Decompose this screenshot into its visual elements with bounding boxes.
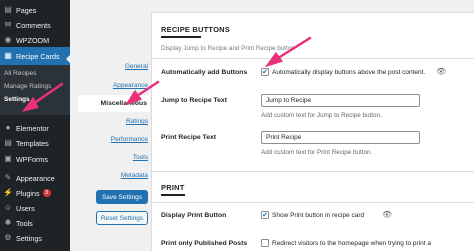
- settings-tab-nav: General Appearance Miscellaneous Ratings…: [78, 0, 150, 251]
- jump-to-recipe-label: Jump to Recipe Text: [161, 97, 227, 104]
- eye-icon[interactable]: 👁: [436, 68, 446, 76]
- update-count-badge: 3: [42, 189, 51, 197]
- pages-icon: ▤: [4, 5, 12, 14]
- reset-settings-button[interactable]: Reset Settings: [96, 211, 148, 225]
- print-published-only-label: Print only Published Posts: [161, 240, 248, 247]
- menu-label: Settings: [16, 233, 42, 243]
- section-underline: [161, 36, 201, 38]
- divider: [152, 171, 474, 172]
- menu-label: Plugins: [16, 188, 40, 198]
- appearance-icon: ✎: [4, 173, 12, 182]
- print-published-only-text: Redirect visitors to the homepage when t…: [272, 240, 431, 247]
- tab-miscellaneous[interactable]: Miscellaneous: [78, 95, 150, 112]
- menu-label: Users: [16, 203, 35, 213]
- tab-performance[interactable]: Performance: [111, 136, 148, 143]
- menu-label: Appearance: [16, 173, 55, 183]
- tab-appearance[interactable]: Appearance: [113, 82, 148, 89]
- divider: [152, 58, 474, 59]
- tab-general[interactable]: General: [125, 63, 148, 70]
- section-title-recipe-buttons: RECIPE BUTTONS: [161, 25, 230, 34]
- wpforms-icon: ▣: [4, 154, 12, 163]
- auto-add-buttons-text: Automatically display buttons above the …: [272, 69, 426, 76]
- menu-item-recipe-cards[interactable]: ▦ Recipe Cards: [0, 47, 70, 65]
- eye-icon[interactable]: 👁: [382, 211, 392, 219]
- print-recipe-input[interactable]: [261, 131, 420, 144]
- auto-add-buttons-label: Automatically add Buttons: [161, 69, 248, 76]
- menu-label: WPZOOM: [16, 35, 50, 45]
- jump-to-recipe-help: Add custom text for Jump to Recipe butto…: [261, 112, 382, 119]
- menu-label: Recipe Cards: [16, 51, 60, 61]
- submenu-all-recipes[interactable]: All Recipes: [4, 70, 37, 77]
- divider: [152, 202, 474, 203]
- settings-panel: RECIPE BUTTONS Display Jump to Recipe an…: [151, 12, 474, 251]
- section-description: Display Jump to Recipe and Print Recipe …: [161, 45, 295, 52]
- admin-sidebar: ▤ Pages ✉ Comments ◉ WPZOOM ▦ Recipe Car…: [0, 0, 71, 251]
- comments-icon: ✉: [4, 20, 12, 29]
- tab-ratings[interactable]: Ratings: [126, 118, 148, 125]
- templates-icon: ▤: [4, 138, 12, 147]
- checkmark-icon: ✔: [262, 211, 268, 219]
- recipe-cards-submenu: All Recipes Manage Ratings Settings: [0, 65, 70, 115]
- users-icon: ☺: [3, 203, 13, 212]
- tools-icon: ✱: [4, 218, 12, 227]
- print-published-only-checkbox[interactable]: [261, 239, 269, 247]
- menu-label: Templates: [16, 138, 49, 148]
- tab-metadata[interactable]: Metadata: [121, 172, 148, 179]
- menu-label: Comments: [16, 20, 51, 30]
- checkmark-icon: ✔: [262, 68, 268, 76]
- print-recipe-help: Add custom text for Print Recipe button.: [261, 149, 373, 156]
- auto-add-buttons-checkbox[interactable]: ✔: [261, 68, 269, 76]
- menu-label: Tools: [16, 218, 33, 228]
- wpzoom-icon: ◉: [4, 35, 12, 44]
- settings-icon: ⚙: [4, 233, 12, 242]
- menu-label: WPForms: [16, 154, 48, 164]
- menu-item-settings[interactable]: ⚙ Settings: [0, 229, 70, 247]
- menu-item-wpforms[interactable]: ▣ WPForms: [0, 150, 70, 168]
- save-settings-button[interactable]: Save Settings: [96, 190, 148, 204]
- menu-label: Elementor: [16, 123, 49, 133]
- jump-to-recipe-input[interactable]: [261, 94, 420, 107]
- display-print-button-label: Display Print Button: [161, 212, 227, 219]
- submenu-settings[interactable]: Settings: [4, 96, 30, 103]
- plugins-icon: ⚡: [3, 188, 13, 197]
- submenu-pointer: [66, 54, 71, 64]
- submenu-manage-ratings[interactable]: Manage Ratings: [4, 83, 51, 90]
- display-print-button-checkbox[interactable]: ✔: [261, 211, 269, 219]
- tab-tools[interactable]: Tools: [133, 154, 148, 161]
- section-underline: [161, 194, 185, 196]
- recipe-cards-icon: ▦: [4, 51, 12, 60]
- menu-label: Pages: [16, 5, 37, 15]
- print-recipe-label: Print Recipe Text: [161, 134, 217, 141]
- section-title-print: PRINT: [161, 183, 185, 192]
- display-print-button-text: Show Print button in recipe card: [272, 212, 365, 219]
- elementor-icon: ●: [5, 123, 11, 132]
